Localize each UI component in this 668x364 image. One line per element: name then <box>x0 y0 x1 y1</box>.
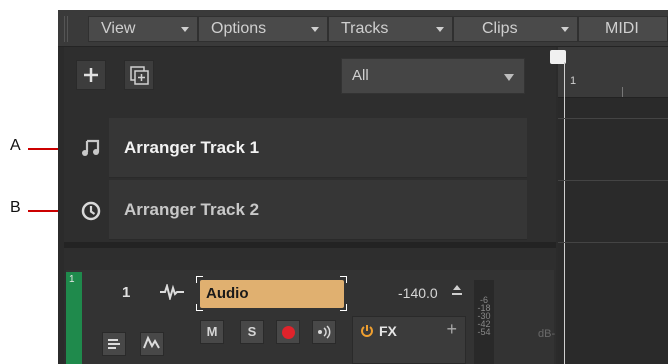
selection-corner <box>340 276 347 283</box>
ruler-bar-number: 1 <box>570 75 577 87</box>
time-ruler[interactable]: 1 <box>558 47 668 98</box>
automation-icon <box>143 335 160 349</box>
menu-options[interactable]: Options <box>198 16 328 42</box>
menu-midi[interactable]: MIDI <box>578 16 668 42</box>
add-track-icon <box>130 66 149 85</box>
menu-clips-label: Clips <box>482 20 518 37</box>
track-color-strip[interactable]: 1 <box>66 272 82 364</box>
track-name-field[interactable]: Audio <box>200 280 344 308</box>
track-menu-button[interactable] <box>102 332 126 356</box>
insert-track-button[interactable] <box>124 60 154 90</box>
menu-clips[interactable]: Clips <box>453 16 578 42</box>
waveform-icon <box>160 282 184 305</box>
arranger-track-name[interactable]: Arranger Track 2 <box>124 200 259 220</box>
ruler-tick <box>622 87 623 97</box>
track-strip-number: 1 <box>69 274 75 285</box>
record-icon <box>281 326 295 339</box>
level-meter: -6 -18 -30 -42 -54 <box>474 280 494 364</box>
track-filter-value: All <box>352 67 369 84</box>
db-label: dB- <box>538 328 556 340</box>
input-echo-icon <box>318 325 331 339</box>
track-filter-dropdown[interactable]: All <box>341 58 525 94</box>
menu-lines-icon <box>108 339 120 349</box>
track-view-window: View Options Tracks Clips MIDI All Arran… <box>58 10 668 364</box>
input-echo-button[interactable] <box>312 320 336 344</box>
menu-midi-label: MIDI <box>605 20 639 37</box>
mute-button[interactable]: M <box>200 320 224 344</box>
callout-a: A <box>10 137 21 154</box>
selection-corner <box>340 304 347 311</box>
arranger-track-row[interactable]: Arranger Track 1 <box>109 118 527 178</box>
selection-corner <box>196 304 203 311</box>
plus-icon <box>84 68 98 82</box>
track-pane-divider[interactable] <box>64 242 556 248</box>
track-name-value: Audio <box>206 285 249 302</box>
fx-bin[interactable]: FX + <box>352 316 466 364</box>
callout-b: B <box>10 199 21 216</box>
fx-add-button[interactable]: + <box>446 319 457 340</box>
arranger-track-row[interactable]: Arranger Track 2 <box>109 180 527 240</box>
menu-bar: View Options Tracks Clips MIDI <box>58 10 668 47</box>
chevron-down-icon <box>436 27 444 32</box>
chevron-down-icon <box>311 27 319 32</box>
fx-label: FX <box>379 323 397 339</box>
chevron-down-icon <box>504 74 514 81</box>
timeline-track-divider <box>558 118 668 119</box>
automation-button[interactable] <box>140 332 164 356</box>
add-track-button[interactable] <box>76 60 106 90</box>
menu-tracks[interactable]: Tracks <box>328 16 453 42</box>
now-line <box>564 62 565 364</box>
solo-button[interactable]: S <box>240 320 264 344</box>
track-number: 1 <box>122 284 131 301</box>
timeline-track-divider <box>558 242 668 243</box>
menu-options-label: Options <box>211 20 267 37</box>
volume-spinner-icon[interactable] <box>450 282 464 305</box>
clock-icon[interactable] <box>80 200 102 222</box>
menu-view[interactable]: View <box>88 16 198 42</box>
volume-value[interactable]: -140.0 <box>398 285 438 301</box>
menu-bar-grip <box>64 16 68 42</box>
arranger-track-name[interactable]: Arranger Track 1 <box>124 138 259 158</box>
power-icon[interactable] <box>359 323 375 339</box>
record-arm-button[interactable] <box>276 320 300 344</box>
meter-scale-tick: -54 <box>477 327 491 337</box>
music-note-icon[interactable] <box>80 137 102 159</box>
menu-view-label: View <box>101 20 136 37</box>
timeline-track-divider <box>558 180 668 181</box>
menu-tracks-label: Tracks <box>341 20 389 37</box>
chevron-down-icon <box>561 27 569 32</box>
selection-corner <box>196 276 203 283</box>
chevron-down-icon <box>181 27 189 32</box>
